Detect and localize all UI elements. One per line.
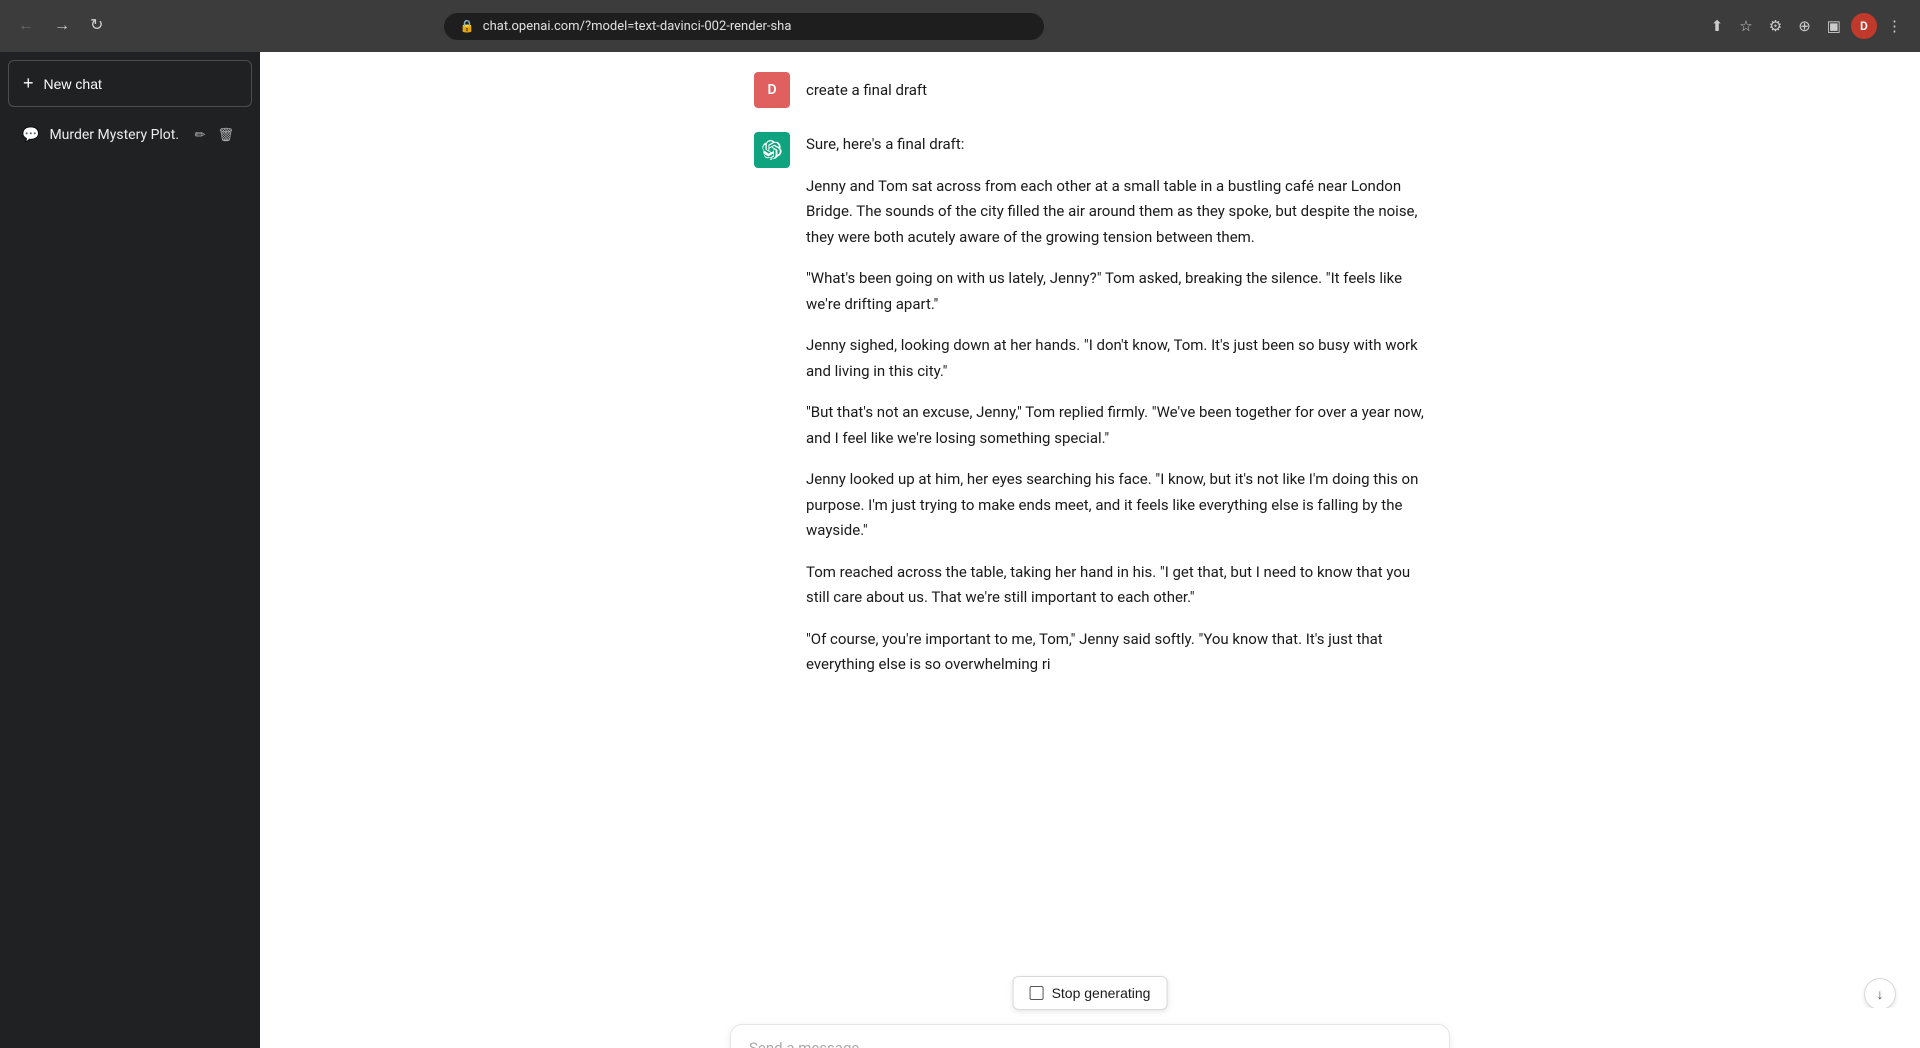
- lock-icon: 🔒: [460, 19, 475, 33]
- sidebar-bottom: 👤 Upgrade to Plus NEW: [8, 1040, 252, 1048]
- ai-para-7: "Of course, you're important to me, Tom,…: [806, 627, 1426, 678]
- main-chat-area: D create a final draft Sure, here's a fi…: [260, 52, 1920, 1048]
- ai-para-3: Jenny sighed, looking down at her hands.…: [806, 333, 1426, 384]
- chat-item-actions: ✏ 🗑: [191, 125, 238, 145]
- ai-para-1: Jenny and Tom sat across from each other…: [806, 174, 1426, 251]
- ai-para-6: Tom reached across the table, taking her…: [806, 560, 1426, 611]
- ai-intro-text: Sure, here's a final draft:: [806, 132, 1426, 158]
- ai-para-2: "What's been going on with us lately, Je…: [806, 266, 1426, 317]
- edit-chat-button[interactable]: ✏: [191, 125, 210, 145]
- new-chat-label: New chat: [44, 76, 102, 92]
- browser-tab-button[interactable]: ▣: [1821, 13, 1847, 39]
- ai-message: Sure, here's a final draft: Jenny and To…: [754, 132, 1426, 678]
- user-avatar: D: [754, 72, 790, 108]
- stop-checkbox-icon: [1030, 986, 1044, 1000]
- openai-logo-icon: [762, 140, 782, 160]
- user-message: D create a final draft: [754, 72, 1426, 108]
- stop-generating-label: Stop generating: [1052, 985, 1151, 1001]
- more-options-button[interactable]: ···: [1414, 1039, 1438, 1048]
- bookmark-button[interactable]: ☆: [1733, 13, 1758, 39]
- extensions-button[interactable]: ⚙: [1763, 13, 1788, 39]
- ai-avatar: [754, 132, 790, 168]
- browser-ext1-button[interactable]: ⊕: [1792, 13, 1817, 39]
- chat-scroll-area[interactable]: D create a final draft Sure, here's a fi…: [260, 52, 1920, 1048]
- ai-message-content: Sure, here's a final draft: Jenny and To…: [806, 132, 1426, 678]
- message-container: D create a final draft Sure, here's a fi…: [730, 72, 1450, 678]
- upgrade-to-plus-button[interactable]: 👤 Upgrade to Plus NEW: [8, 1040, 252, 1048]
- browser-chrome: ← → ↻ 🔒 chat.openai.com/?model=text-davi…: [0, 0, 1920, 52]
- stop-generating-button[interactable]: Stop generating: [1013, 976, 1168, 1010]
- url-text: chat.openai.com/?model=text-davinci-002-…: [483, 19, 792, 34]
- plus-icon: +: [23, 73, 34, 94]
- message-input[interactable]: [730, 1024, 1450, 1048]
- more-options-icon: ···: [1418, 1043, 1434, 1048]
- ai-para-4: "But that's not an excuse, Jenny," Tom r…: [806, 400, 1426, 451]
- scroll-to-bottom-button[interactable]: ↓: [1864, 978, 1896, 1010]
- back-button[interactable]: ←: [12, 14, 40, 38]
- input-area: ···: [260, 1008, 1920, 1048]
- sidebar: + New chat 💬 Murder Mystery Plot. ✏ 🗑 👤 …: [0, 52, 260, 1048]
- browser-menu-button[interactable]: ⋮: [1881, 13, 1908, 39]
- stop-generating-container: Stop generating: [1013, 976, 1168, 1010]
- input-wrapper: ···: [730, 1024, 1450, 1048]
- browser-actions: ⬆ ☆ ⚙ ⊕ ▣ D ⋮: [1705, 13, 1908, 39]
- share-button[interactable]: ⬆: [1705, 13, 1730, 39]
- sidebar-item-murder-mystery[interactable]: 💬 Murder Mystery Plot. ✏ 🗑: [8, 115, 252, 155]
- delete-chat-button[interactable]: 🗑: [213, 125, 238, 145]
- address-bar[interactable]: 🔒 chat.openai.com/?model=text-davinci-00…: [444, 13, 1044, 40]
- browser-profile-avatar[interactable]: D: [1851, 13, 1877, 39]
- ai-para-5: Jenny looked up at him, her eyes searchi…: [806, 467, 1426, 544]
- reload-button[interactable]: ↻: [84, 14, 109, 38]
- forward-button[interactable]: →: [48, 14, 76, 38]
- chat-history-icon: 💬: [22, 127, 39, 143]
- user-message-text: create a final draft: [806, 72, 927, 102]
- chat-history-label: Murder Mystery Plot.: [49, 127, 180, 143]
- new-chat-button[interactable]: + New chat: [8, 60, 252, 107]
